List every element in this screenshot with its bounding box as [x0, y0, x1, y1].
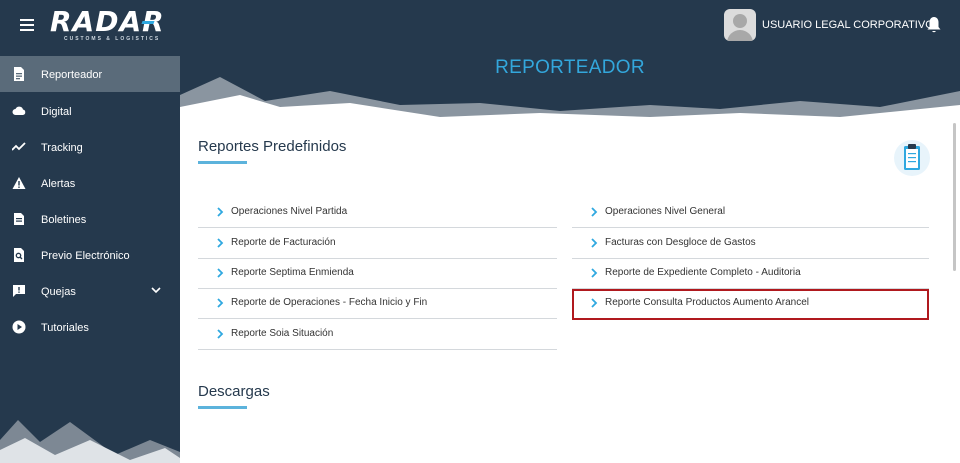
report-item[interactable]: Operaciones Nivel General — [572, 198, 929, 228]
trending-icon — [12, 142, 26, 151]
sidebar-item-label: Tutoriales — [41, 322, 89, 334]
report-label: Reporte Soia Situación — [231, 328, 334, 339]
user-avatar[interactable] — [724, 9, 756, 41]
report-item[interactable]: Operaciones Nivel Partida — [198, 198, 557, 228]
sidebar-item-reporteador[interactable]: Reporteador — [0, 56, 180, 92]
report-item[interactable]: Facturas con Desgloce de Gastos — [572, 229, 929, 259]
section-title-predefined: Reportes Predefinidos — [198, 138, 347, 155]
report-label: Reporte de Expediente Completo - Auditor… — [605, 267, 801, 278]
search-document-icon — [14, 248, 24, 262]
hamburger-menu-icon[interactable] — [20, 19, 34, 31]
scrollbar-thumb[interactable] — [953, 123, 956, 271]
chevron-right-icon — [591, 238, 598, 248]
sidebar-item-alertas[interactable]: Alertas — [0, 165, 180, 201]
report-item[interactable]: Reporte Septima Enmienda — [198, 259, 557, 289]
chevron-right-icon — [217, 207, 224, 217]
sidebar-item-tracking[interactable]: Tracking — [0, 129, 180, 165]
report-item[interactable]: Reporte de Expediente Completo - Auditor… — [572, 259, 929, 289]
sidebar-item-label: Digital — [41, 106, 72, 118]
username-label[interactable]: USUARIO LEGAL CORPORATIVO — [762, 19, 934, 31]
warning-icon — [12, 177, 26, 189]
clipboard-icon[interactable] — [894, 140, 930, 176]
chevron-right-icon — [217, 268, 224, 278]
sidebar-item-label: Quejas — [41, 286, 76, 298]
sidebar-item-label: Alertas — [41, 178, 76, 190]
title-underline — [198, 406, 247, 409]
chevron-right-icon — [217, 238, 224, 248]
report-label: Reporte Septima Enmienda — [231, 267, 354, 278]
top-bar: RADAR CUSTOMS & LOGISTICS USUARIO LEGAL … — [0, 0, 960, 55]
report-label: Operaciones Nivel Partida — [231, 206, 348, 217]
report-label: Operaciones Nivel General — [605, 206, 726, 217]
sidebar-item-label: Boletines — [41, 214, 87, 226]
report-label: Reporte de Operaciones - Fecha Inicio y … — [231, 297, 428, 308]
sidebar-item-quejas[interactable]: Quejas — [0, 273, 180, 309]
play-circle-icon — [12, 320, 26, 334]
sidebar-item-label: Reporteador — [41, 69, 103, 81]
logo-subtitle: CUSTOMS & LOGISTICS — [64, 36, 161, 42]
report-item[interactable]: Reporte de Operaciones - Fecha Inicio y … — [198, 289, 557, 319]
radar-logo[interactable]: RADAR CUSTOMS & LOGISTICS — [50, 5, 164, 43]
chevron-right-icon — [591, 207, 598, 217]
highlight-box — [572, 289, 929, 320]
chevron-right-icon — [217, 329, 224, 339]
chevron-right-icon — [217, 298, 224, 308]
section-title-downloads: Descargas — [198, 383, 270, 400]
sidebar-item-label: Tracking — [41, 142, 83, 154]
sidebar-item-tutoriales[interactable]: Tutoriales — [0, 309, 180, 345]
report-item[interactable]: Reporte de Facturación — [198, 229, 557, 259]
page-title: REPORTEADOR — [495, 57, 645, 78]
chevron-right-icon — [591, 268, 598, 278]
report-item[interactable]: Reporte Soia Situación — [198, 320, 557, 350]
title-underline — [198, 161, 247, 164]
newspaper-icon — [14, 213, 24, 225]
sidebar-item-label: Previo Electrónico — [41, 250, 130, 262]
report-label: Reporte de Facturación — [231, 237, 336, 248]
mountain-decoration — [0, 420, 180, 463]
sidebar-item-previo-electronico[interactable]: Previo Electrónico — [0, 237, 180, 273]
document-icon — [14, 67, 24, 81]
sidebar-item-digital[interactable]: Digital — [0, 93, 180, 129]
logo-accent — [141, 21, 155, 24]
cloud-icon — [12, 106, 26, 115]
chevron-down-icon[interactable] — [150, 285, 162, 295]
report-label: Facturas con Desgloce de Gastos — [605, 237, 756, 248]
sidebar: Reporteador Digital Tracking Alertas Bol… — [0, 55, 180, 463]
feedback-icon — [13, 285, 25, 297]
sidebar-item-boletines[interactable]: Boletines — [0, 201, 180, 237]
bell-icon[interactable] — [926, 16, 942, 34]
